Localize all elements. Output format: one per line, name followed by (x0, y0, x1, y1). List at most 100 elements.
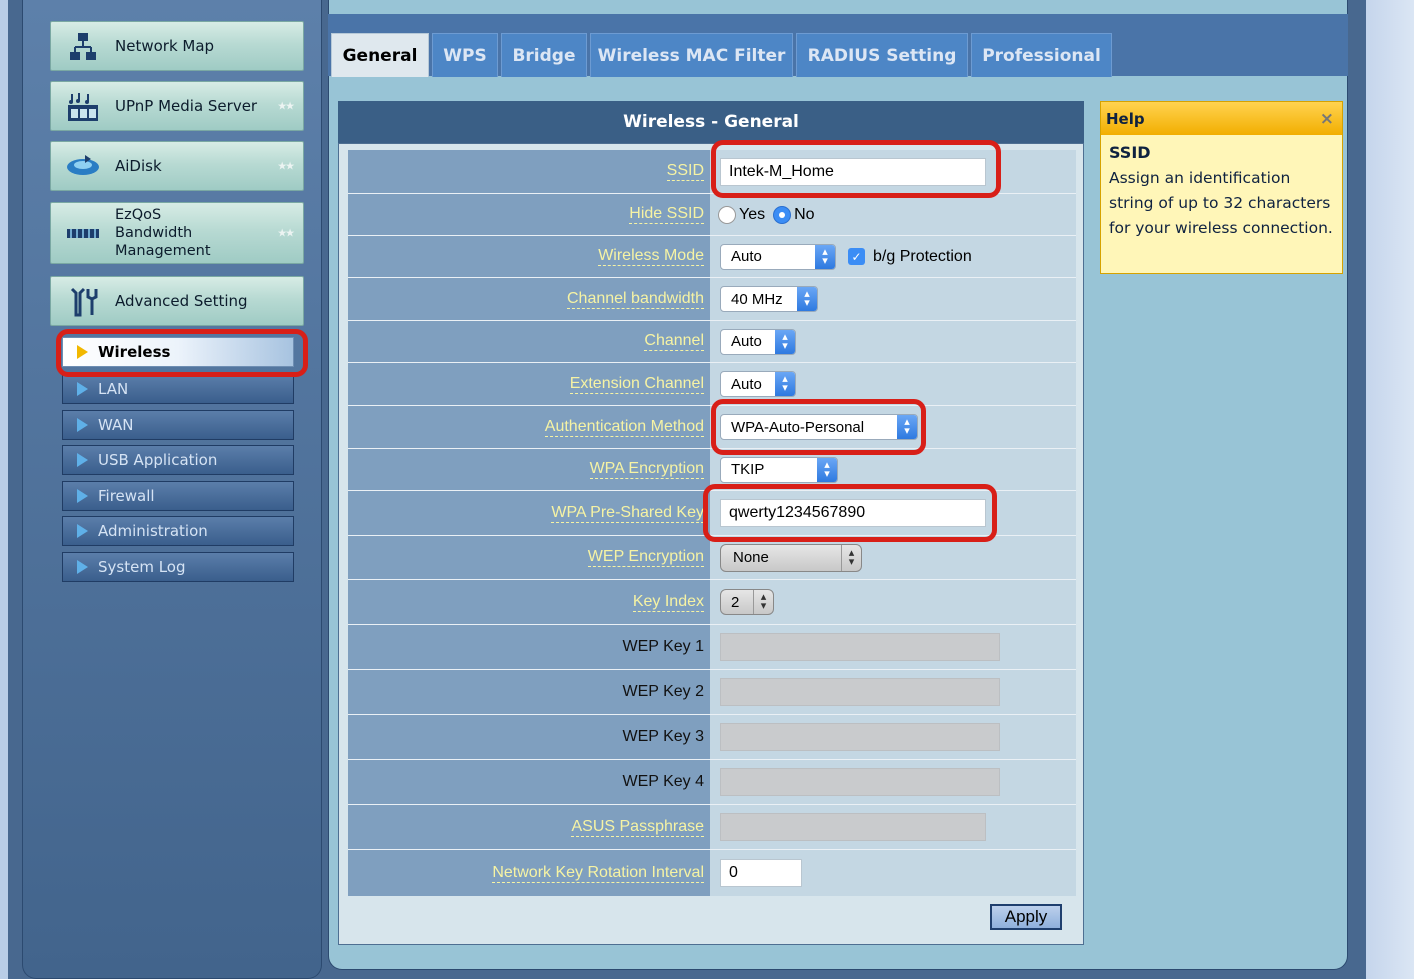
sidebar-item-label: USB Application (98, 451, 218, 469)
sidebar-item-label: Firewall (98, 487, 155, 505)
arrow-right-icon (77, 382, 88, 396)
hide-ssid-label: Hide SSID (629, 205, 704, 224)
right-background (1366, 0, 1414, 979)
row-wireless-mode: Wireless Mode Auto ▴ ▾ ✓ b/g Protection (348, 236, 1076, 278)
arrow-right-icon (77, 453, 88, 467)
arrow-right-icon (77, 489, 88, 503)
row-wep-key4: WEP Key 4 (348, 760, 1076, 805)
help-title: SSID (1109, 143, 1151, 162)
menu-label: AiDisk (115, 157, 162, 175)
hide-ssid-yes-radio[interactable] (718, 205, 736, 224)
row-extension-channel: Extension Channel Auto ▴ ▾ (348, 363, 1076, 406)
row-asus-passphrase: ASUS Passphrase (348, 805, 1076, 850)
wpa-encryption-label: WPA Encryption (589, 460, 704, 479)
menu-upnp-media-server[interactable]: UPnP Media Server ★★ (50, 81, 304, 131)
wep-key3-input (720, 723, 1000, 751)
hide-ssid-no-label: No (794, 205, 815, 223)
wpa-psk-label: WPA Pre-Shared Key (551, 503, 704, 523)
auth-method-label: Authentication Method (544, 417, 704, 437)
wep-encryption-select[interactable]: None ▴ ▾ (720, 543, 862, 572)
wep-key4-label: WEP Key 4 (622, 773, 704, 790)
ssid-label: SSID (666, 162, 704, 181)
sidebar-item-firewall[interactable]: Firewall (62, 481, 294, 511)
stars-icon: ★★ (277, 159, 295, 173)
menu-ezqos[interactable]: EzQoS Bandwidth Management ★★ (50, 202, 304, 264)
sidebar-item-administration[interactable]: Administration (62, 516, 294, 546)
media-server-icon (65, 91, 101, 123)
menu-advanced-setting[interactable]: Advanced Setting (50, 276, 304, 326)
sidebar-item-usb-application[interactable]: USB Application (62, 445, 294, 475)
asus-passphrase-label: ASUS Passphrase (571, 817, 704, 837)
rotation-interval-label: Network Key Rotation Interval (492, 863, 704, 883)
row-key-index: Key Index 2 ▴ ▾ (348, 580, 1076, 625)
tab-bridge[interactable]: Bridge (501, 33, 587, 77)
wep-key4-input (720, 768, 1000, 796)
sidebar-item-label: Administration (98, 522, 208, 540)
sidebar-item-system-log[interactable]: System Log (62, 552, 294, 582)
channel-label: Channel (644, 332, 704, 351)
chevron-updown-icon: ▴ ▾ (817, 457, 837, 482)
row-channel: Channel Auto ▴ ▾ (348, 321, 1076, 363)
wireless-mode-value: Auto (731, 248, 762, 265)
tab-wireless-mac-filter[interactable]: Wireless MAC Filter (590, 33, 793, 77)
chevron-updown-icon: ▴ ▾ (775, 329, 795, 354)
menu-label: Network Map (115, 37, 215, 55)
rotation-interval-input[interactable]: 0 (720, 859, 802, 887)
row-wep-key2: WEP Key 2 (348, 670, 1076, 715)
chevron-updown-icon: ▴ ▾ (797, 287, 817, 311)
hide-ssid-no-radio[interactable] (773, 205, 792, 224)
extension-channel-label: Extension Channel (569, 374, 704, 394)
stars-icon: ★★ (277, 99, 295, 113)
bg-protection-checkbox[interactable]: ✓ (848, 248, 865, 265)
sidebar-item-lan[interactable]: LAN (62, 374, 294, 404)
key-index-label: Key Index (632, 592, 704, 612)
row-wep-key3: WEP Key 3 (348, 715, 1076, 760)
tab-radius-setting[interactable]: RADIUS Setting (796, 33, 968, 77)
key-index-value: 2 (731, 593, 740, 611)
arrow-right-icon (77, 524, 88, 538)
menu-label: EzQoS Bandwidth Management (115, 207, 211, 259)
channel-bandwidth-select[interactable]: 40 MHz ▴ ▾ (720, 286, 818, 312)
network-map-icon (65, 31, 101, 63)
close-icon[interactable]: × (1320, 109, 1334, 129)
tab-general[interactable]: General (331, 33, 429, 77)
tab-professional[interactable]: Professional (971, 33, 1112, 77)
apply-button[interactable]: Apply (990, 904, 1062, 930)
aidisk-icon (65, 151, 101, 183)
hide-ssid-yes-label: Yes (739, 205, 766, 223)
menu-label: Advanced Setting (115, 292, 248, 310)
help-body: Assign an identification string of up to… (1109, 169, 1333, 237)
wpa-encryption-select[interactable]: TKIP ▴ ▾ (720, 456, 838, 483)
row-wep-encryption: WEP Encryption None ▴ ▾ (348, 536, 1076, 580)
tab-wps[interactable]: WPS (432, 33, 498, 77)
chevron-updown-icon: ▴ ▾ (753, 590, 773, 614)
qos-icon (65, 217, 101, 249)
sidebar-item-wan[interactable]: WAN (62, 410, 294, 440)
extension-channel-value: Auto (731, 375, 762, 393)
row-channel-bandwidth: Channel bandwidth 40 MHz ▴ ▾ (348, 278, 1076, 321)
wep-key2-input (720, 678, 1000, 706)
wep-key2-label: WEP Key 2 (622, 683, 704, 700)
chevron-updown-icon: ▴ ▾ (841, 544, 861, 571)
help-panel: Help × SSID Assign an identification str… (1100, 101, 1343, 274)
bg-protection-label: b/g Protection (873, 247, 972, 265)
channel-bandwidth-value: 40 MHz (731, 290, 783, 308)
wireless-mode-select[interactable]: Auto ▴ ▾ (720, 243, 836, 270)
menu-network-map[interactable]: Network Map (50, 21, 304, 71)
highlight-wireless (56, 329, 308, 377)
wpa-encryption-value: TKIP (731, 461, 765, 478)
sidebar-item-label: LAN (98, 380, 129, 398)
chevron-updown-icon: ▴ ▾ (775, 372, 795, 396)
highlight-ssid (711, 140, 1001, 198)
key-index-select[interactable]: 2 ▴ ▾ (720, 589, 774, 615)
wep-key1-label: WEP Key 1 (622, 638, 704, 655)
help-header-label: Help (1106, 109, 1145, 128)
form-title: Wireless - General (338, 101, 1084, 143)
wireless-mode-label: Wireless Mode (598, 247, 704, 266)
row-rotation-interval: Network Key Rotation Interval 0 (348, 850, 1076, 896)
extension-channel-select[interactable]: Auto ▴ ▾ (720, 371, 796, 397)
channel-select[interactable]: Auto ▴ ▾ (720, 328, 796, 355)
menu-aidisk[interactable]: AiDisk ★★ (50, 141, 304, 191)
apply-row: Apply (348, 896, 1076, 938)
help-header: Help × (1101, 102, 1342, 135)
